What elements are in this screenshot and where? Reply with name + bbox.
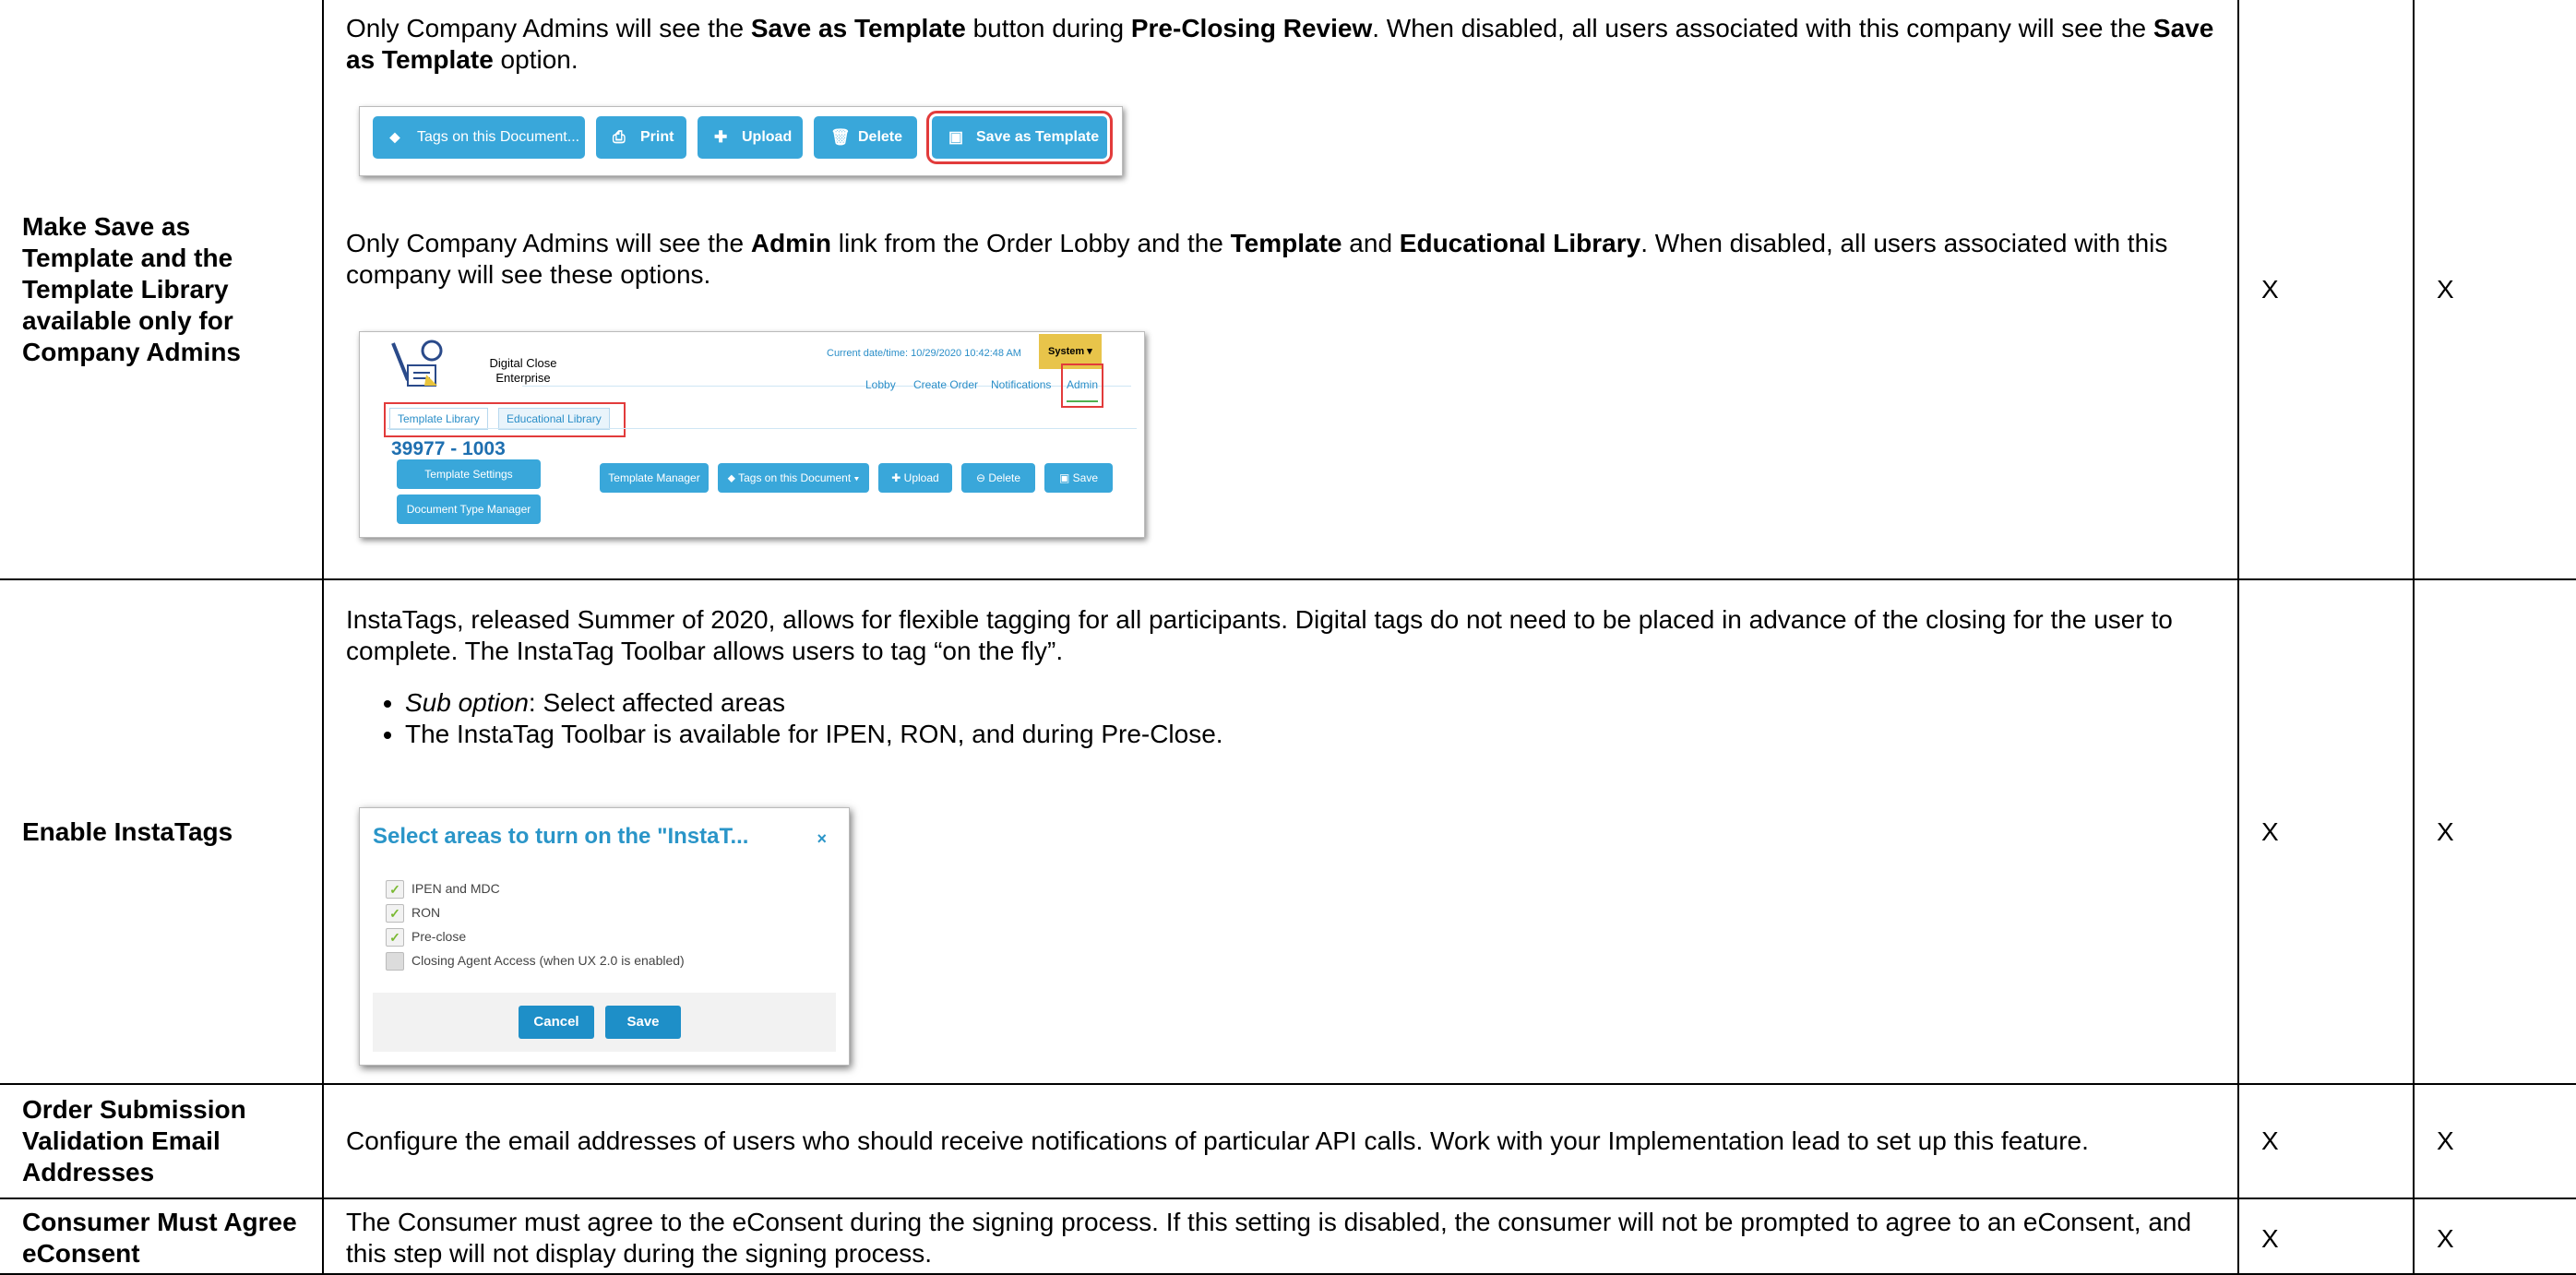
description-paragraph: Only Company Admins will see the Save as… <box>346 14 2214 74</box>
cancel-button: Cancel <box>519 1005 594 1039</box>
setting-name: Consumer Must Agree eConsent <box>0 1198 324 1275</box>
template-settings-button: Template Settings <box>397 459 541 489</box>
setting-name: Order Submission Validation Email Addres… <box>0 1083 324 1199</box>
datetime-label: Current date/time: 10/29/2020 10:42:48 A… <box>827 348 1021 359</box>
col4-mark: X <box>2413 0 2576 580</box>
save-button: Save <box>605 1005 681 1039</box>
tab-educational-library: Educational Library <box>498 408 610 430</box>
trash-icon: 🗑 <box>830 128 851 146</box>
nav-notifications: Notifications <box>991 378 1052 391</box>
option-ron: ✓ RON <box>386 903 440 923</box>
col3-mark: X <box>2237 578 2415 1085</box>
close-icon: × <box>817 828 827 848</box>
save-button: ▣ Save <box>1044 463 1113 493</box>
setting-name: Make Save as Template and the Template L… <box>0 0 324 580</box>
upload-button: ✚ Upload <box>878 463 952 493</box>
checkbox-unchecked-icon <box>386 951 404 971</box>
setting-description: The Consumer must agree to the eConsent … <box>322 1198 2239 1275</box>
list-item: Sub option: Select affected areas <box>405 687 2215 719</box>
dialog-title: Select areas to turn on the "InstaT... <box>373 823 749 849</box>
template-manager-button: Template Manager <box>600 463 709 493</box>
logo-text: Digital Close Enterprise <box>489 356 557 385</box>
list-item: The InstaTag Toolbar is available for IP… <box>405 719 2215 750</box>
tab-template-library: Template Library <box>389 408 488 430</box>
dialog-footer: Cancel Save <box>373 992 836 1052</box>
table-row: Make Save as Template and the Template L… <box>0 0 2576 580</box>
plus-icon: ✚ <box>714 128 728 146</box>
table-row: Order Submission Validation Email Addres… <box>0 1083 2576 1199</box>
delete-button: ⊖ Delete <box>961 463 1035 493</box>
logo-icon <box>391 340 443 387</box>
option-preclose: ✓ Pre-close <box>386 927 466 947</box>
description-paragraph: Only Company Admins will see the Admin l… <box>346 229 2168 289</box>
document-type-manager-button: Document Type Manager <box>397 495 541 524</box>
setting-description: Configure the email addresses of users w… <box>322 1083 2239 1199</box>
setting-description: InstaTags, released Summer of 2020, allo… <box>322 578 2239 1085</box>
tags-button: ⬥ Tags on this Document ▾ <box>718 463 869 493</box>
col4-mark: X <box>2413 578 2576 1085</box>
checkbox-checked-icon: ✓ <box>386 903 404 923</box>
option-closing-agent: Closing Agent Access (when UX 2.0 is ena… <box>386 951 685 971</box>
toolbar-screenshot: ⬥ Tags on this Document... ⎙ Print ✚ Upload… <box>359 106 1123 176</box>
tags-button: ⬥ Tags on this Document... <box>373 116 585 159</box>
setting-name: Enable InstaTags <box>0 578 324 1085</box>
save-as-template-button: ▣ Save as Template <box>926 111 1113 164</box>
table-row: Consumer Must Agree eConsent The Consume… <box>0 1198 2576 1275</box>
setting-description: Only Company Admins will see the Save as… <box>322 0 2239 580</box>
bullet-list: Sub option: Select affected areas The In… <box>346 687 2215 750</box>
nav-admin: Admin <box>1060 363 1104 408</box>
tag-icon: ⬥ <box>389 128 400 146</box>
delete-button: 🗑 Delete <box>814 116 917 159</box>
upload-button: ✚ Upload <box>698 116 803 159</box>
admin-header-screenshot: Digital Close Enterprise Current date/tim… <box>359 331 1145 538</box>
col4-mark: X <box>2413 1083 2576 1199</box>
settings-table: Make Save as Template and the Template L… <box>0 0 2576 1275</box>
instatags-dialog-screenshot: Select areas to turn on the "InstaT... ×… <box>359 806 850 1066</box>
col3-mark: X <box>2237 0 2415 580</box>
description-paragraph: InstaTags, released Summer of 2020, allo… <box>346 604 2173 665</box>
nav-create-order: Create Order <box>913 378 979 391</box>
divider <box>388 428 1137 429</box>
col3-mark: X <box>2237 1083 2415 1199</box>
checkbox-checked-icon: ✓ <box>386 879 404 899</box>
checkbox-checked-icon: ✓ <box>386 927 404 947</box>
print-icon: ⎙ <box>613 128 626 146</box>
col4-mark: X <box>2413 1198 2576 1275</box>
system-dropdown: System ▾ <box>1039 334 1102 369</box>
nav-lobby: Lobby <box>865 378 896 391</box>
option-ipen: ✓ IPEN and MDC <box>386 879 500 899</box>
print-button: ⎙ Print <box>596 116 686 159</box>
save-icon: ▣ <box>948 128 964 146</box>
table-row: Enable InstaTags InstaTags, released Sum… <box>0 578 2576 1085</box>
col3-mark: X <box>2237 1198 2415 1275</box>
